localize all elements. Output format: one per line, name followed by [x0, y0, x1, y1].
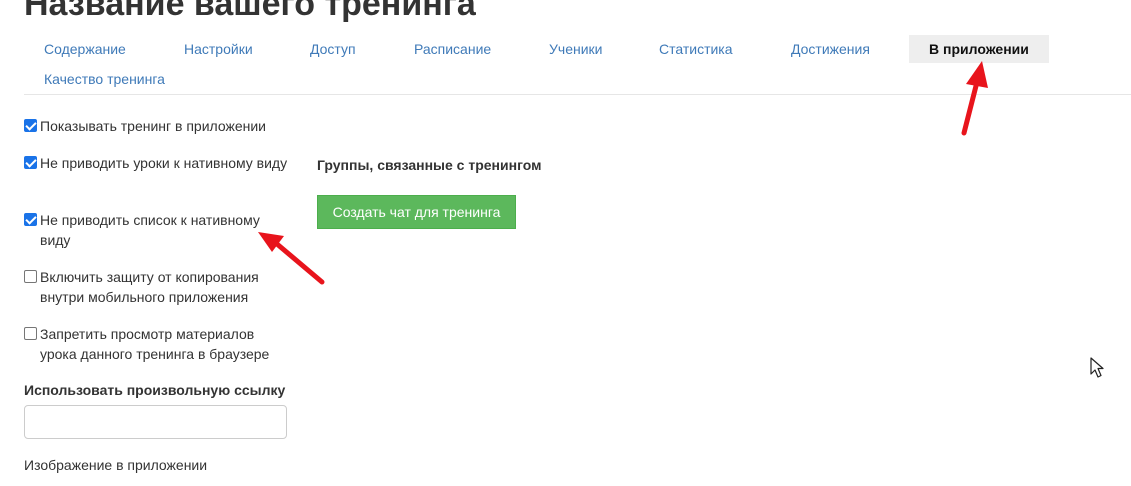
option-show-in-app[interactable]: Показывать тренинг в приложении	[24, 116, 294, 136]
tab-content[interactable]: Содержание	[44, 35, 126, 63]
checkbox-block-browser-view[interactable]	[24, 327, 37, 340]
tab-students[interactable]: Ученики	[549, 35, 602, 63]
create-chat-button[interactable]: Создать чат для тренинга	[317, 195, 516, 229]
option-no-native-lessons-label: Не приводить уроки к нативному виду	[40, 155, 288, 171]
groups-heading: Группы, связанные с тренингом	[317, 157, 542, 173]
tabs-divider	[24, 94, 1131, 95]
option-block-browser-view-label: Запретить просмотр материалов урока данн…	[40, 326, 270, 362]
checkbox-show-in-app[interactable]	[24, 119, 37, 132]
option-no-native-list[interactable]: Не приводить список к нативному виду	[24, 210, 294, 250]
tab-training-quality[interactable]: Качество тренинга	[44, 65, 165, 93]
app-image-label: Изображение в приложении	[24, 457, 208, 473]
custom-link-input[interactable]	[24, 405, 287, 439]
custom-link-label: Использовать произвольную ссылку	[24, 382, 286, 398]
tab-statistics[interactable]: Статистика	[659, 35, 733, 63]
checkbox-copy-protection[interactable]	[24, 270, 37, 283]
tab-achievements[interactable]: Достижения	[791, 35, 870, 63]
tab-access[interactable]: Доступ	[310, 35, 356, 63]
tab-schedule[interactable]: Расписание	[414, 35, 491, 63]
tab-in-app[interactable]: В приложении	[909, 35, 1049, 63]
option-no-native-lessons[interactable]: Не приводить уроки к нативному виду	[24, 153, 294, 173]
page: Название вашего тренинга Содержание Наст…	[0, 0, 1131, 486]
option-no-native-list-label: Не приводить список к нативному виду	[40, 212, 260, 248]
tab-settings[interactable]: Настройки	[184, 35, 253, 63]
option-block-browser-view[interactable]: Запретить просмотр материалов урока данн…	[24, 324, 294, 364]
option-show-in-app-label: Показывать тренинг в приложении	[40, 118, 267, 134]
checkbox-no-native-lessons[interactable]	[24, 156, 37, 169]
option-copy-protection[interactable]: Включить защиту от копирования внутри мо…	[24, 267, 294, 307]
checkbox-no-native-list[interactable]	[24, 213, 37, 226]
tabs-nav: Содержание Настройки Доступ Расписание У…	[0, 0, 1131, 96]
option-copy-protection-label: Включить защиту от копирования внутри мо…	[40, 269, 259, 305]
mouse-pointer-icon	[1090, 357, 1104, 378]
